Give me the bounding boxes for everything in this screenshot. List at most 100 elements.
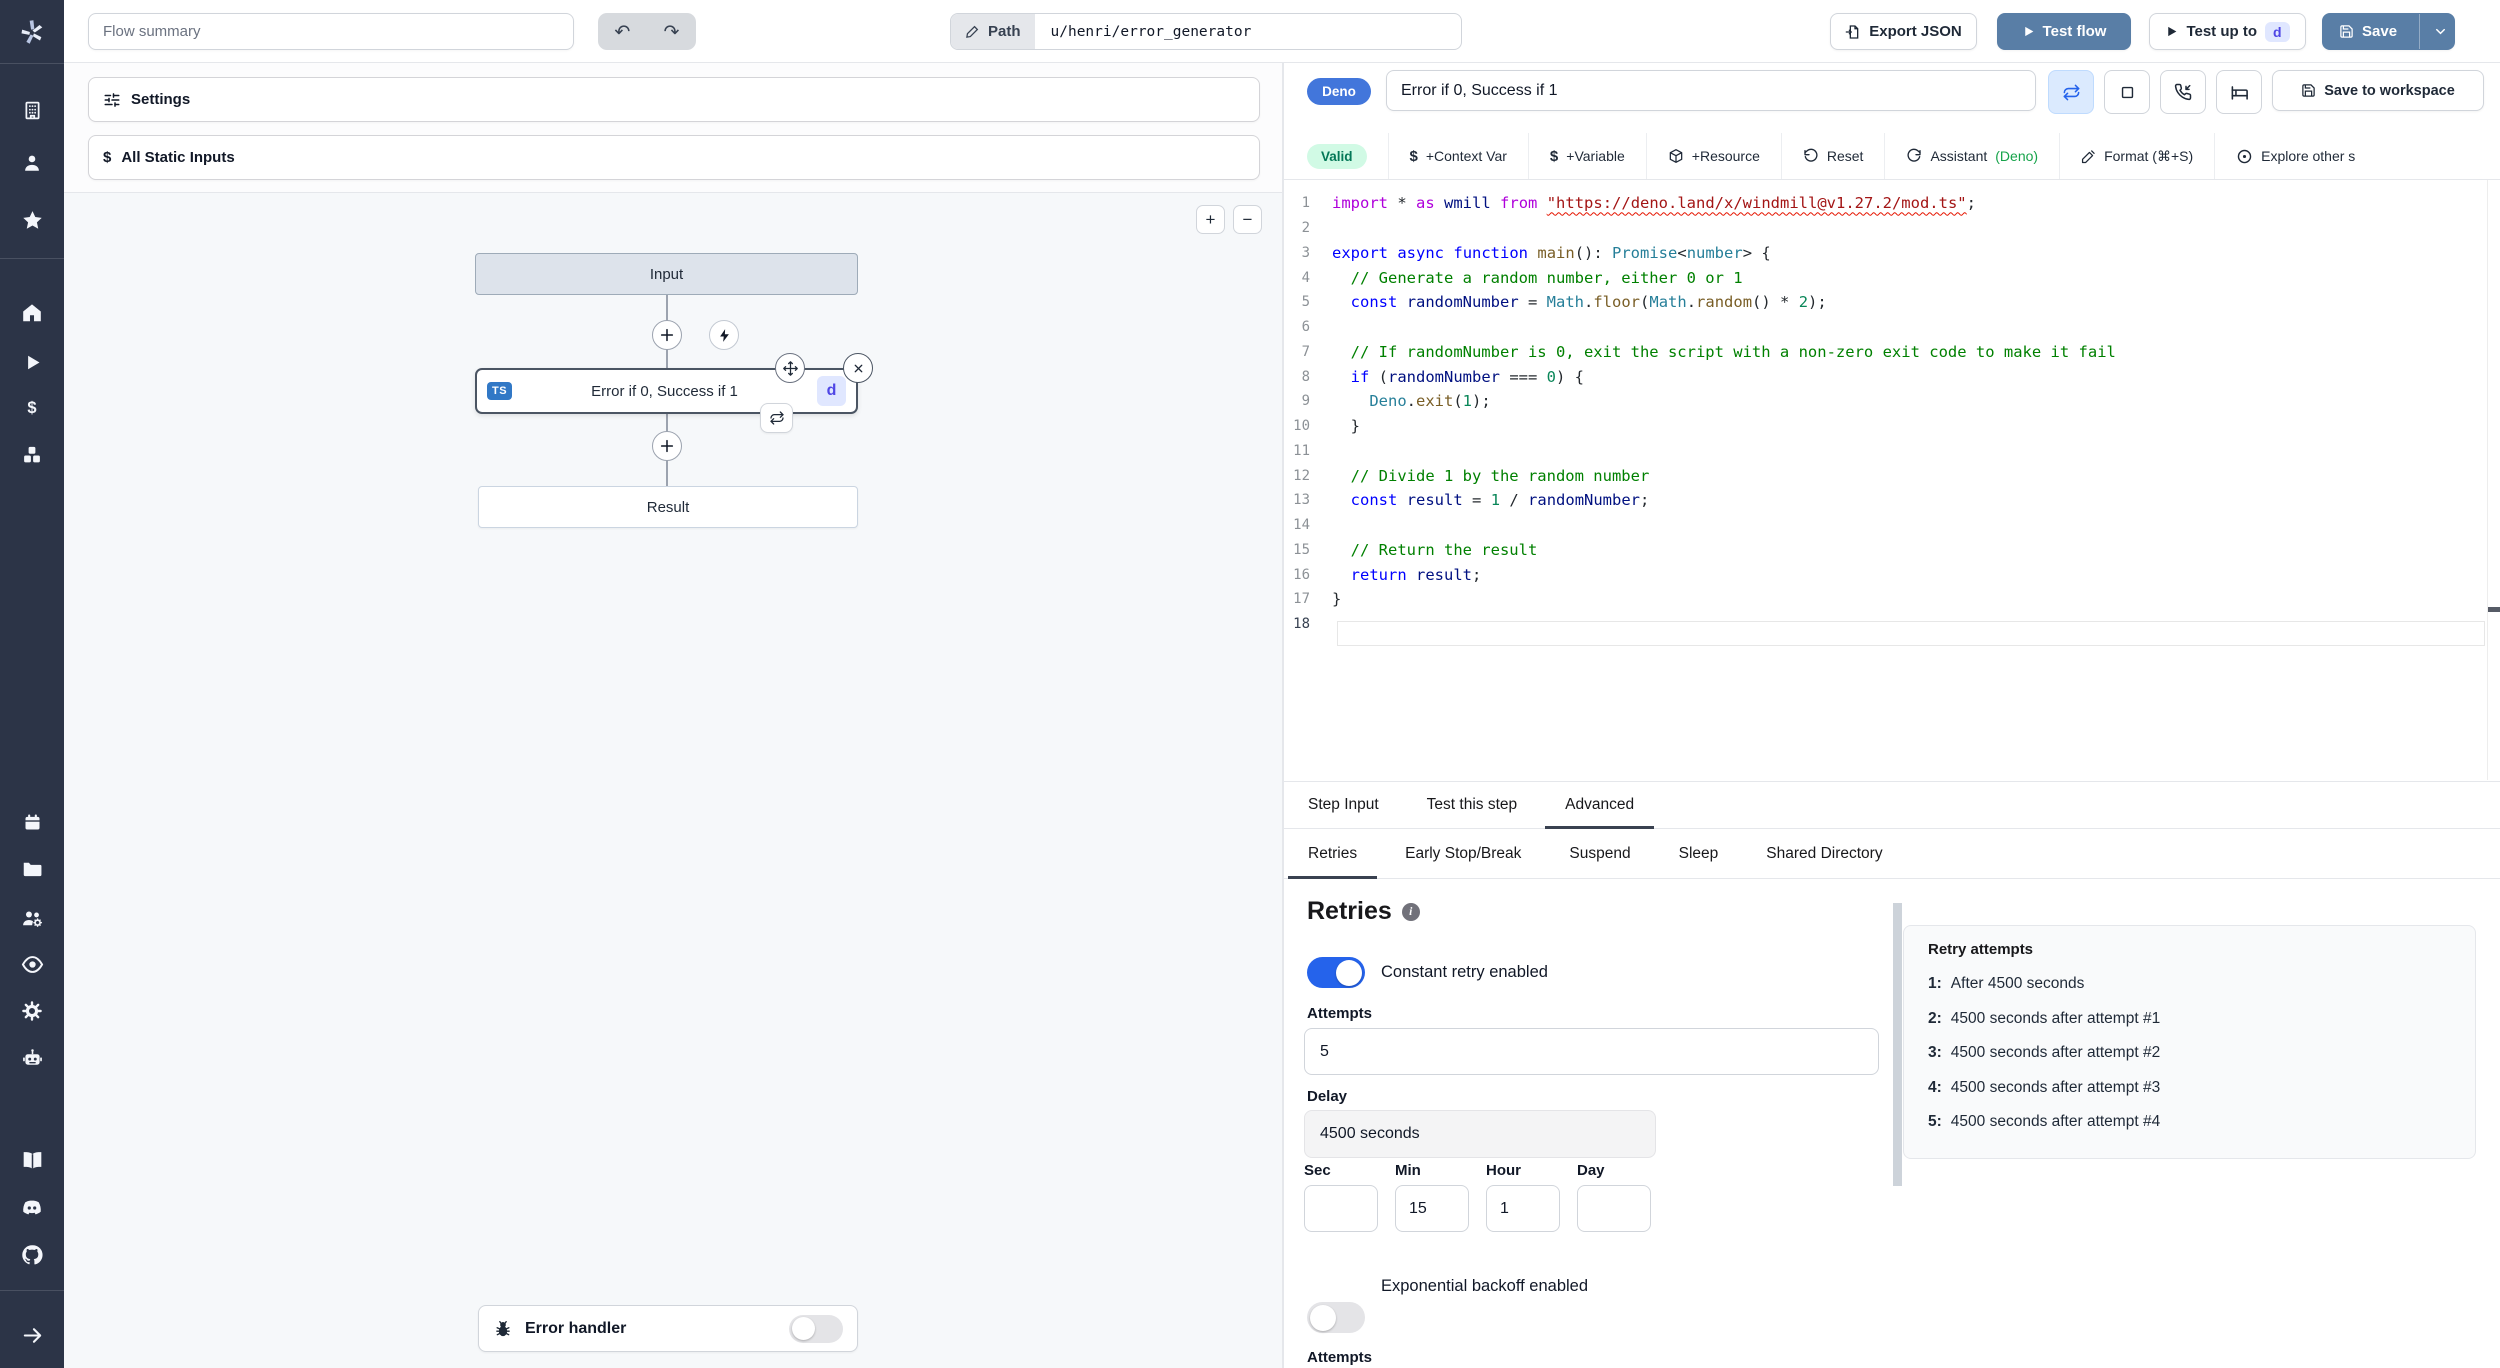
code-line[interactable]: 7 // If randomNumber is 0, exit the scri… bbox=[1284, 340, 2500, 365]
retries-scrollbar-thumb[interactable] bbox=[1893, 903, 1902, 1186]
zoom-in-button[interactable]: + bbox=[1196, 205, 1225, 234]
attempts-input[interactable] bbox=[1304, 1028, 1879, 1075]
constant-retry-toggle[interactable] bbox=[1307, 957, 1365, 988]
flow-settings-card[interactable]: Settings bbox=[88, 77, 1260, 122]
resources-cubes-icon[interactable] bbox=[0, 438, 64, 472]
code-line[interactable]: 14 bbox=[1284, 513, 2500, 538]
module-node-label: Error if 0, Success if 1 bbox=[591, 382, 738, 400]
format-button[interactable]: Format (⌘+S) bbox=[2059, 133, 2214, 179]
book-docs-icon[interactable] bbox=[0, 1143, 64, 1177]
explore-scripts-button[interactable]: Explore other s bbox=[2214, 133, 2376, 179]
time-field-input-sec[interactable] bbox=[1304, 1185, 1378, 1232]
all-static-inputs-label: All Static Inputs bbox=[121, 149, 235, 166]
error-handler-card[interactable]: Error handler bbox=[478, 1305, 858, 1352]
user-icon[interactable] bbox=[0, 146, 64, 180]
save-button[interactable]: Save bbox=[2323, 14, 2411, 49]
flow-node-input[interactable]: Input bbox=[475, 253, 858, 295]
subtab-sleep[interactable]: Sleep bbox=[1655, 829, 1743, 878]
code-editor[interactable]: 1 import * as wmill from "https://deno.la… bbox=[1284, 180, 2500, 780]
home-icon[interactable] bbox=[0, 296, 64, 330]
trigger-bolt-button[interactable] bbox=[709, 320, 739, 350]
windmill-logo-icon[interactable] bbox=[0, 13, 64, 51]
code-line[interactable]: 17} bbox=[1284, 587, 2500, 612]
time-field-input-hour[interactable] bbox=[1486, 1185, 1560, 1232]
current-line-highlight bbox=[1337, 621, 2485, 646]
code-line[interactable]: 13 const result = 1 / randomNumber; bbox=[1284, 488, 2500, 513]
add-variable-button[interactable]: $ +Variable bbox=[1527, 133, 1646, 179]
move-node-handle[interactable] bbox=[775, 353, 805, 383]
flow-summary-input[interactable] bbox=[88, 13, 574, 50]
deno-language-badge: Deno bbox=[1307, 78, 1371, 105]
code-line[interactable]: 6 bbox=[1284, 315, 2500, 340]
code-line[interactable]: 2 bbox=[1284, 216, 2500, 241]
github-icon[interactable] bbox=[0, 1238, 64, 1272]
subtab-shared-directory[interactable]: Shared Directory bbox=[1742, 829, 1906, 878]
play-runs-icon[interactable] bbox=[0, 345, 64, 379]
add-step-button-bottom[interactable] bbox=[652, 431, 682, 461]
editor-toolbar: Valid $ +Context Var $ +Variable +Resour… bbox=[1284, 133, 2500, 180]
early-stop-button[interactable] bbox=[2104, 70, 2150, 114]
subtab-suspend[interactable]: Suspend bbox=[1545, 829, 1654, 878]
code-line[interactable]: 9 Deno.exit(1); bbox=[1284, 389, 2500, 414]
test-flow-button[interactable]: Test flow bbox=[1997, 13, 2131, 50]
all-static-inputs-card[interactable]: $ All Static Inputs bbox=[88, 135, 1260, 180]
sleep-button[interactable] bbox=[2216, 70, 2262, 114]
redo-button[interactable]: ↷ bbox=[649, 13, 695, 50]
code-line[interactable]: 11 bbox=[1284, 439, 2500, 464]
zoom-out-button[interactable]: − bbox=[1233, 205, 1262, 234]
tab-advanced[interactable]: Advanced bbox=[1541, 782, 1658, 829]
reset-button[interactable]: Reset bbox=[1780, 133, 1885, 179]
delay-input[interactable] bbox=[1304, 1110, 1656, 1158]
step-name-input[interactable] bbox=[1386, 70, 2036, 111]
tab-step-input[interactable]: Step Input bbox=[1284, 782, 1403, 828]
folder-icon[interactable] bbox=[0, 852, 64, 886]
code-line[interactable]: 4 // Generate a random number, either 0 … bbox=[1284, 265, 2500, 290]
assistant-button[interactable]: Assistant (Deno) bbox=[1884, 133, 2059, 179]
eye-audit-icon[interactable] bbox=[0, 947, 64, 981]
save-dropdown-button[interactable] bbox=[2428, 14, 2454, 49]
test-up-to-button[interactable]: Test up to d bbox=[2149, 13, 2306, 50]
path-chip[interactable]: Path u/henri/error_generator bbox=[950, 13, 1462, 50]
code-line[interactable]: 12 // Divide 1 by the random number bbox=[1284, 463, 2500, 488]
star-icon[interactable] bbox=[0, 203, 64, 237]
dollar-variables-icon[interactable]: $ bbox=[0, 391, 64, 425]
delete-node-button[interactable] bbox=[843, 353, 873, 383]
code-line[interactable]: 15 // Return the result bbox=[1284, 538, 2500, 563]
add-resource-button[interactable]: +Resource bbox=[1645, 133, 1781, 179]
discord-icon[interactable] bbox=[0, 1191, 64, 1225]
subtab-retries[interactable]: Retries bbox=[1284, 829, 1381, 879]
users-settings-icon[interactable] bbox=[0, 901, 64, 935]
editor-overview-ruler[interactable] bbox=[2487, 180, 2500, 780]
error-handler-toggle[interactable] bbox=[789, 1314, 843, 1343]
save-to-workspace-button[interactable]: Save to workspace bbox=[2272, 70, 2484, 111]
time-field-input-day[interactable] bbox=[1577, 1185, 1651, 1232]
code-line[interactable]: 16 return result; bbox=[1284, 562, 2500, 587]
robot-workers-icon[interactable] bbox=[0, 1041, 64, 1075]
code-line[interactable]: 8 if (randomNumber === 0) { bbox=[1284, 364, 2500, 389]
exponential-backoff-toggle[interactable] bbox=[1307, 1302, 1365, 1333]
retry-settings-button[interactable] bbox=[2048, 70, 2094, 114]
tab-test-this-step[interactable]: Test this step bbox=[1403, 782, 1541, 828]
code-line[interactable]: 10 } bbox=[1284, 414, 2500, 439]
code-line[interactable]: 3 export async function main(): Promise<n… bbox=[1284, 241, 2500, 266]
suspend-approval-button[interactable] bbox=[2160, 70, 2206, 114]
info-icon[interactable]: i bbox=[1401, 902, 1420, 921]
add-step-button-top[interactable] bbox=[652, 320, 682, 350]
retry-attempt-item: 4: 4500 seconds after attempt #3 bbox=[1928, 1078, 2161, 1096]
flow-node-result[interactable]: Result bbox=[478, 486, 858, 528]
export-json-button[interactable]: Export JSON bbox=[1830, 13, 1977, 50]
code-line[interactable]: 5 const randomNumber = Math.floor(Math.r… bbox=[1284, 290, 2500, 315]
time-field-label-sec: Sec bbox=[1304, 1162, 1331, 1179]
gear-icon[interactable] bbox=[0, 994, 64, 1028]
time-field-input-min[interactable] bbox=[1395, 1185, 1469, 1232]
arrow-right-collapse-icon[interactable] bbox=[0, 1318, 64, 1352]
code-line[interactable]: 1 import * as wmill from "https://deno.la… bbox=[1284, 191, 2500, 216]
calendar-schedules-icon[interactable] bbox=[0, 805, 64, 839]
subtab-early-stop-break[interactable]: Early Stop/Break bbox=[1381, 829, 1545, 878]
save-split-button: Save bbox=[2322, 13, 2455, 50]
add-context-var-button[interactable]: $ +Context Var bbox=[1387, 133, 1528, 179]
undo-button[interactable]: ↶ bbox=[600, 13, 646, 50]
building-icon[interactable] bbox=[0, 93, 64, 127]
settings-label: Settings bbox=[131, 91, 191, 108]
retry-indicator-button[interactable] bbox=[760, 403, 793, 433]
